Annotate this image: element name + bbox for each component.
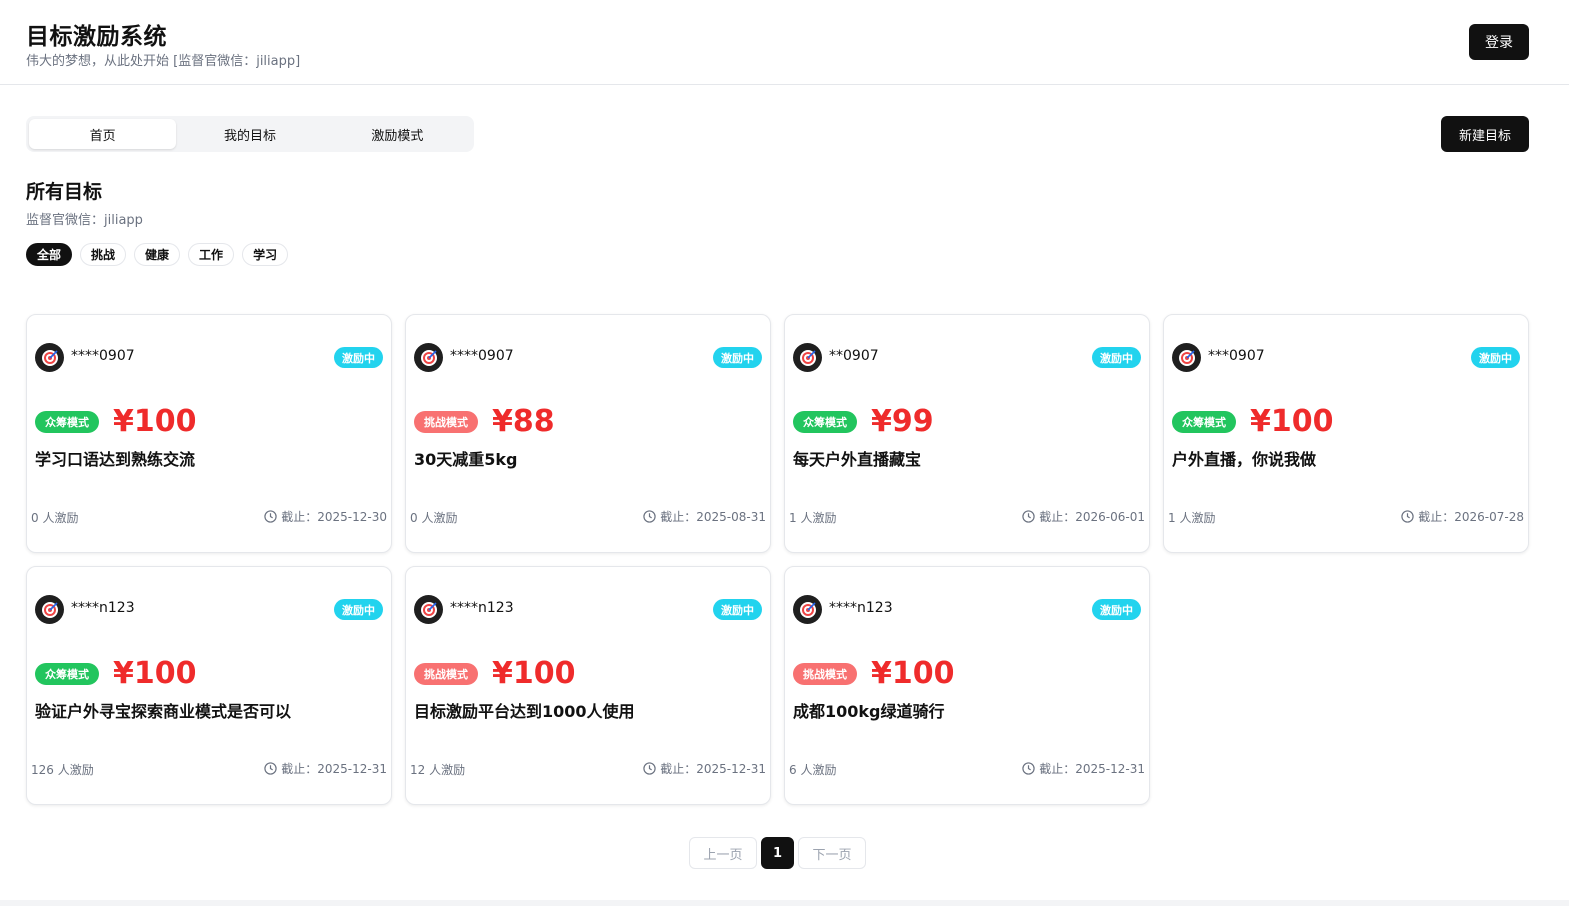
goal-deadline: 截止：2026-06-01 bbox=[1022, 508, 1145, 525]
mode-badge: 众筹模式 bbox=[35, 663, 99, 685]
filter-work[interactable]: 工作 bbox=[188, 243, 235, 266]
tab-incentive-modes[interactable]: 激励模式 bbox=[324, 119, 471, 149]
goal-title: 目标激励平台达到1000人使用 bbox=[414, 702, 635, 721]
goal-card[interactable]: **0907 激励中 众筹模式 ¥99 每天户外直播藏宝 1 人激励 截止：20… bbox=[784, 314, 1150, 553]
goal-deadline: 截止：2025-12-30 bbox=[264, 508, 387, 525]
goal-card[interactable]: ****n123 激励中 挑战模式 ¥100 成都100kg绿道骑行 6 人激励… bbox=[784, 566, 1150, 805]
status-badge: 激励中 bbox=[1092, 347, 1141, 368]
deadline-text: 截止：2025-12-30 bbox=[281, 510, 387, 524]
goal-amount: ¥100 bbox=[871, 656, 955, 691]
goal-card[interactable]: ****0907 激励中 挑战模式 ¥88 30天减重5kg 0 人激励 截止：… bbox=[405, 314, 771, 553]
goal-title: 成都100kg绿道骑行 bbox=[793, 702, 945, 721]
goal-owner: ****0907 bbox=[71, 348, 135, 364]
goal-deadline: 截止：2025-08-31 bbox=[643, 508, 766, 525]
target-avatar-icon bbox=[793, 343, 822, 372]
mode-badge: 挑战模式 bbox=[414, 411, 478, 433]
clock-icon bbox=[643, 762, 656, 775]
target-avatar-icon bbox=[793, 595, 822, 624]
mode-badge: 挑战模式 bbox=[414, 663, 478, 685]
goal-amount: ¥100 bbox=[113, 656, 197, 691]
category-filters: 全部 挑战 健康 工作 学习 bbox=[26, 243, 289, 266]
deadline-text: 截止：2025-12-31 bbox=[660, 762, 766, 776]
goal-owner: ****n123 bbox=[450, 600, 514, 616]
deadline-text: 截止：2025-12-31 bbox=[1039, 762, 1145, 776]
footer-divider bbox=[0, 900, 1569, 906]
supporter-count: 12 人激励 bbox=[410, 763, 466, 777]
goal-card[interactable]: ****n123 激励中 挑战模式 ¥100 目标激励平台达到1000人使用 1… bbox=[405, 566, 771, 805]
goal-title: 户外直播，你说我做 bbox=[1172, 450, 1317, 469]
status-badge: 激励中 bbox=[334, 599, 383, 620]
target-avatar-icon bbox=[414, 343, 443, 372]
status-badge: 激励中 bbox=[1471, 347, 1520, 368]
goal-deadline: 截止：2025-12-31 bbox=[264, 760, 387, 777]
filter-challenge[interactable]: 挑战 bbox=[80, 243, 127, 266]
section-title: 所有目标 bbox=[26, 181, 103, 203]
page-number-button[interactable]: 1 bbox=[761, 837, 794, 869]
main-tabs: 首页 我的目标 激励模式 bbox=[26, 116, 474, 152]
app-title: 目标激励系统 bbox=[26, 24, 167, 50]
target-avatar-icon bbox=[1172, 343, 1201, 372]
goal-card[interactable]: ****0907 激励中 众筹模式 ¥100 学习口语达到熟练交流 0 人激励 … bbox=[26, 314, 392, 553]
target-avatar-icon bbox=[35, 343, 64, 372]
goal-owner: **0907 bbox=[829, 348, 879, 364]
goal-title: 每天户外直播藏宝 bbox=[793, 450, 922, 469]
goal-title: 30天减重5kg bbox=[414, 450, 518, 469]
goal-deadline: 截止：2026-07-28 bbox=[1401, 508, 1524, 525]
goal-title: 学习口语达到熟练交流 bbox=[35, 450, 196, 469]
supporter-count: 1 人激励 bbox=[1168, 511, 1216, 525]
status-badge: 激励中 bbox=[334, 347, 383, 368]
goal-deadline: 截止：2025-12-31 bbox=[1022, 760, 1145, 777]
deadline-text: 截止：2025-12-31 bbox=[281, 762, 387, 776]
goal-card[interactable]: ****n123 激励中 众筹模式 ¥100 验证户外寻宝探索商业模式是否可以 … bbox=[26, 566, 392, 805]
target-avatar-icon bbox=[414, 595, 443, 624]
section-subtitle: 监督官微信：jiliapp bbox=[26, 213, 143, 228]
tab-home[interactable]: 首页 bbox=[29, 119, 177, 149]
clock-icon bbox=[643, 510, 656, 523]
supporter-count: 0 人激励 bbox=[31, 511, 79, 525]
target-avatar-icon bbox=[35, 595, 64, 624]
clock-icon bbox=[1022, 510, 1035, 523]
next-page-button[interactable]: 下一页 bbox=[798, 837, 866, 869]
goal-amount: ¥100 bbox=[1250, 404, 1334, 439]
clock-icon bbox=[264, 510, 277, 523]
status-badge: 激励中 bbox=[713, 347, 762, 368]
goal-owner: ***0907 bbox=[1208, 348, 1265, 364]
supporter-count: 0 人激励 bbox=[410, 511, 458, 525]
supporter-count: 126 人激励 bbox=[31, 763, 94, 777]
deadline-text: 截止：2026-07-28 bbox=[1418, 510, 1524, 524]
goal-owner: ****n123 bbox=[829, 600, 893, 616]
goal-owner: ****0907 bbox=[450, 348, 514, 364]
new-goal-button[interactable]: 新建目标 bbox=[1441, 116, 1529, 152]
filter-all[interactable]: 全部 bbox=[26, 243, 73, 266]
goal-amount: ¥100 bbox=[492, 656, 576, 691]
pagination: 上一页 1 下一页 bbox=[689, 837, 866, 869]
deadline-text: 截止：2026-06-01 bbox=[1039, 510, 1145, 524]
status-badge: 激励中 bbox=[713, 599, 762, 620]
filter-study[interactable]: 学习 bbox=[242, 243, 289, 266]
prev-page-button[interactable]: 上一页 bbox=[689, 837, 757, 869]
goal-title: 验证户外寻宝探索商业模式是否可以 bbox=[35, 702, 292, 721]
app-subtitle: 伟大的梦想，从此处开始 [监督官微信：jiliapp] bbox=[26, 54, 301, 69]
mode-badge: 众筹模式 bbox=[35, 411, 99, 433]
clock-icon bbox=[264, 762, 277, 775]
goal-card[interactable]: ***0907 激励中 众筹模式 ¥100 户外直播，你说我做 1 人激励 截止… bbox=[1163, 314, 1529, 553]
clock-icon bbox=[1022, 762, 1035, 775]
deadline-text: 截止：2025-08-31 bbox=[660, 510, 766, 524]
login-button[interactable]: 登录 bbox=[1469, 24, 1529, 60]
clock-icon bbox=[1401, 510, 1414, 523]
goal-amount: ¥99 bbox=[871, 404, 934, 439]
filter-health[interactable]: 健康 bbox=[134, 243, 181, 266]
status-badge: 激励中 bbox=[1092, 599, 1141, 620]
goal-amount: ¥100 bbox=[113, 404, 197, 439]
supporter-count: 6 人激励 bbox=[789, 763, 837, 777]
supporter-count: 1 人激励 bbox=[789, 511, 837, 525]
goal-amount: ¥88 bbox=[492, 404, 555, 439]
top-header: 目标激励系统 伟大的梦想，从此处开始 [监督官微信：jiliapp] 登录 bbox=[0, 0, 1569, 85]
mode-badge: 众筹模式 bbox=[1172, 411, 1236, 433]
mode-badge: 挑战模式 bbox=[793, 663, 857, 685]
tab-my-goals[interactable]: 我的目标 bbox=[176, 119, 323, 149]
goal-deadline: 截止：2025-12-31 bbox=[643, 760, 766, 777]
mode-badge: 众筹模式 bbox=[793, 411, 857, 433]
goal-owner: ****n123 bbox=[71, 600, 135, 616]
